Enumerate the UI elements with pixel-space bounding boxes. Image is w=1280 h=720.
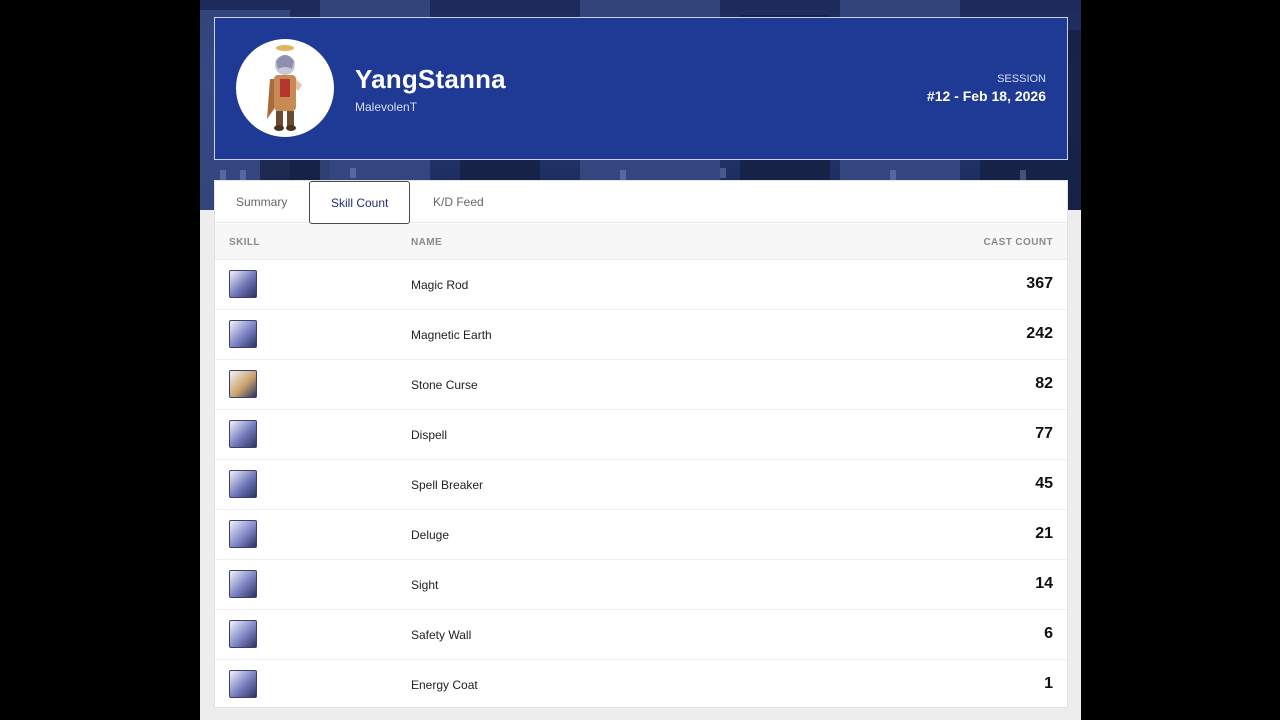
skill-name: Spell Breaker [411,478,484,492]
header-name: NAME [411,237,443,248]
table-row: Dispell 77 [215,410,1067,460]
table-row: Spell Breaker 45 [215,460,1067,510]
guild-name: MalevolenT [355,100,418,114]
session-label: SESSION [997,73,1046,85]
table-header: SKILL NAME CAST COUNT [215,224,1067,260]
table-row: Stone Curse 82 [215,360,1067,410]
profile-card: YangStanna MalevolenT SESSION #12 - Feb … [214,17,1068,160]
table-row: Safety Wall 6 [215,610,1067,660]
cast-count: 82 [1035,375,1053,392]
tab-summary[interactable]: Summary [215,181,308,223]
cast-count: 6 [1044,625,1053,642]
cast-count: 1 [1044,675,1053,692]
character-avatar [236,39,334,137]
table-row: Magic Rod 367 [215,260,1067,310]
cast-count: 367 [1026,275,1053,292]
magnetic-earth-icon [229,320,257,348]
tab-bar: Summary Skill Count K/D Feed [215,181,1067,224]
table-row: Magnetic Earth 242 [215,310,1067,360]
page-container: YangStanna MalevolenT SESSION #12 - Feb … [200,0,1081,720]
cast-count: 45 [1035,475,1053,492]
skill-table-body: Magic Rod 367 Magnetic Earth 242 Stone C… [215,260,1067,710]
sight-icon [229,570,257,598]
table-row: Deluge 21 [215,510,1067,560]
cast-count: 242 [1026,325,1053,342]
skill-name: Safety Wall [411,628,472,642]
skill-name: Magnetic Earth [411,328,492,342]
dispell-icon [229,420,257,448]
skill-name: Deluge [411,528,450,542]
cast-count: 14 [1035,575,1053,592]
tab-skill-count[interactable]: Skill Count [309,181,411,224]
session-value: #12 - Feb 18, 2026 [926,88,1046,104]
player-name: YangStanna [355,64,506,94]
stats-panel: Summary Skill Count K/D Feed SKILL NAME … [214,180,1068,708]
skill-name: Magic Rod [411,278,469,292]
skill-name: Stone Curse [411,378,478,392]
stone-curse-icon [229,370,257,398]
header-skill: SKILL [229,237,260,248]
cast-count: 21 [1035,525,1053,542]
skill-name: Dispell [411,428,448,442]
skill-name: Sight [411,578,439,592]
energy-coat-icon [229,670,257,698]
header-cast-count: CAST COUNT [983,237,1053,248]
cast-count: 77 [1035,425,1053,442]
spell-breaker-icon [229,470,257,498]
safety-wall-icon [229,620,257,648]
deluge-icon [229,520,257,548]
table-row: Sight 14 [215,560,1067,610]
magic-rod-icon [229,270,257,298]
skill-name: Energy Coat [411,678,478,692]
table-row: Energy Coat 1 [215,660,1067,710]
tab-kd-feed[interactable]: K/D Feed [412,181,505,223]
